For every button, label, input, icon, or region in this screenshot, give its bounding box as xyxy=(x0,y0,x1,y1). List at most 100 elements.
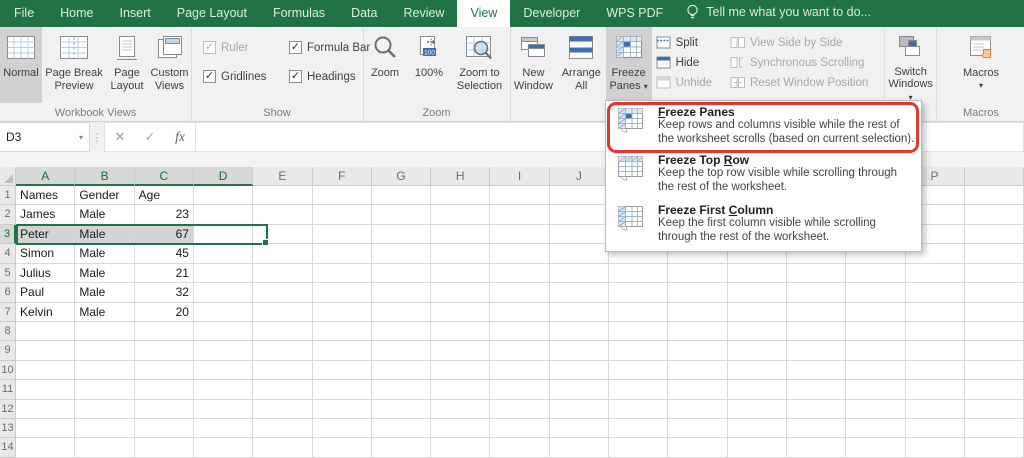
cell-O7[interactable] xyxy=(846,302,906,322)
cell-G13[interactable] xyxy=(371,419,432,439)
row-header-11[interactable]: 11 xyxy=(0,380,17,400)
cell-J1[interactable] xyxy=(549,186,610,206)
cell-L13[interactable] xyxy=(668,419,728,439)
cell-D3[interactable] xyxy=(193,224,254,245)
cell-M14[interactable] xyxy=(727,438,787,458)
macros-button[interactable]: Macros ▾ xyxy=(953,27,1009,103)
cell-H9[interactable] xyxy=(431,341,491,361)
cell-M10[interactable] xyxy=(727,360,787,381)
normal-view-button[interactable]: Normal xyxy=(0,27,42,103)
row-header-7[interactable]: 7 xyxy=(0,302,17,322)
cell-N5[interactable] xyxy=(786,263,847,284)
cell-G7[interactable] xyxy=(371,302,432,322)
cell-H13[interactable] xyxy=(431,419,491,439)
cell-C1[interactable]: Age xyxy=(134,186,194,206)
tell-me-box[interactable]: Tell me what you want to do... xyxy=(676,0,881,27)
zoom-to-selection-button[interactable]: Zoom to Selection xyxy=(451,27,508,103)
cell-F5[interactable] xyxy=(312,263,372,284)
cell-E7[interactable] xyxy=(253,302,313,322)
cell-B10[interactable] xyxy=(75,360,135,381)
cell-I12[interactable] xyxy=(490,399,550,420)
cell-I3[interactable] xyxy=(490,224,550,245)
cell-C10[interactable] xyxy=(134,360,194,381)
cancel-entry-icon[interactable]: ✕ xyxy=(105,129,135,145)
cell-M12[interactable] xyxy=(727,399,787,420)
tab-wps-pdf[interactable]: WPS PDF xyxy=(593,0,676,27)
cell-K14[interactable] xyxy=(609,438,669,458)
cell-B9[interactable] xyxy=(75,341,135,361)
cell-B5[interactable]: Male xyxy=(75,263,135,284)
cell-E4[interactable] xyxy=(253,244,313,264)
row-header-2[interactable]: 2 xyxy=(0,205,17,225)
cell-L8[interactable] xyxy=(668,321,728,342)
cell-K9[interactable] xyxy=(609,341,669,361)
cell-D12[interactable] xyxy=(193,399,254,420)
tab-data[interactable]: Data xyxy=(338,0,390,27)
cell-N12[interactable] xyxy=(786,399,847,420)
cell-F14[interactable] xyxy=(312,438,372,458)
freeze-panes-button[interactable]: Freeze Panes ▾ xyxy=(605,27,652,103)
hide-button[interactable]: Hide xyxy=(656,56,720,69)
cell-H1[interactable] xyxy=(431,186,491,206)
column-header-I[interactable]: I xyxy=(490,167,550,186)
cell-L7[interactable] xyxy=(668,302,728,322)
cell-F1[interactable] xyxy=(312,186,372,206)
cell-K13[interactable] xyxy=(609,419,669,439)
cell-A2[interactable]: James xyxy=(16,205,76,225)
cell-F10[interactable] xyxy=(312,360,372,381)
cell-I13[interactable] xyxy=(490,419,550,439)
cell-O5[interactable] xyxy=(846,263,906,284)
cell-X9[interactable] xyxy=(964,341,1024,361)
cell-B14[interactable] xyxy=(75,438,135,458)
cell-J5[interactable] xyxy=(549,263,610,284)
unhide-button[interactable]: Unhide xyxy=(656,76,720,89)
cell-G6[interactable] xyxy=(371,283,432,303)
cell-P6[interactable] xyxy=(905,283,965,303)
cell-J4[interactable] xyxy=(549,244,610,264)
cell-P7[interactable] xyxy=(905,302,965,322)
cell-G2[interactable] xyxy=(371,205,432,225)
cell-L10[interactable] xyxy=(668,360,728,381)
cell-A14[interactable] xyxy=(16,438,76,458)
menu-item-freeze-panes[interactable]: Freeze Panes Keep rows and columns visib… xyxy=(606,103,921,151)
cell-D6[interactable] xyxy=(193,283,254,303)
cell-M13[interactable] xyxy=(727,419,787,439)
cell-L5[interactable] xyxy=(668,263,728,284)
row-header-10[interactable]: 10 xyxy=(0,360,17,381)
cell-K8[interactable] xyxy=(609,321,669,342)
cell-B3[interactable]: Male xyxy=(75,224,135,245)
cell-C2[interactable]: 23 xyxy=(134,205,194,225)
cell-D8[interactable] xyxy=(193,321,254,342)
cell-P8[interactable] xyxy=(905,321,965,342)
row-header-4[interactable]: 4 xyxy=(0,244,17,264)
cell-X3[interactable] xyxy=(964,224,1024,245)
cell-M7[interactable] xyxy=(727,302,787,322)
cell-C13[interactable] xyxy=(134,419,194,439)
synchronous-scrolling-button[interactable]: Synchronous Scrolling xyxy=(730,56,884,69)
confirm-entry-icon[interactable]: ✓ xyxy=(135,129,165,145)
cell-L14[interactable] xyxy=(668,438,728,458)
cell-G14[interactable] xyxy=(371,438,432,458)
column-header-C[interactable]: C xyxy=(134,167,194,186)
cell-J7[interactable] xyxy=(549,302,610,322)
cell-N7[interactable] xyxy=(786,302,847,322)
cell-N9[interactable] xyxy=(786,341,847,361)
tab-view[interactable]: View xyxy=(457,0,511,27)
cell-J9[interactable] xyxy=(549,341,610,361)
cell-I10[interactable] xyxy=(490,360,550,381)
page-layout-button[interactable]: Page Layout xyxy=(106,27,148,103)
cell-A9[interactable] xyxy=(16,341,76,361)
cell-X13[interactable] xyxy=(964,419,1024,439)
zoom-button[interactable]: Zoom xyxy=(363,27,407,103)
cell-X8[interactable] xyxy=(964,321,1024,342)
cell-K6[interactable] xyxy=(609,283,669,303)
cell-A5[interactable]: Julius xyxy=(16,263,76,284)
cell-A11[interactable] xyxy=(16,380,76,400)
row-header-9[interactable]: 9 xyxy=(0,341,17,361)
cell-H12[interactable] xyxy=(431,399,491,420)
cell-A6[interactable]: Paul xyxy=(16,283,76,303)
cell-B2[interactable]: Male xyxy=(75,205,135,225)
row-header-12[interactable]: 12 xyxy=(0,399,17,420)
cell-O6[interactable] xyxy=(846,283,906,303)
cell-C7[interactable]: 20 xyxy=(134,302,194,322)
